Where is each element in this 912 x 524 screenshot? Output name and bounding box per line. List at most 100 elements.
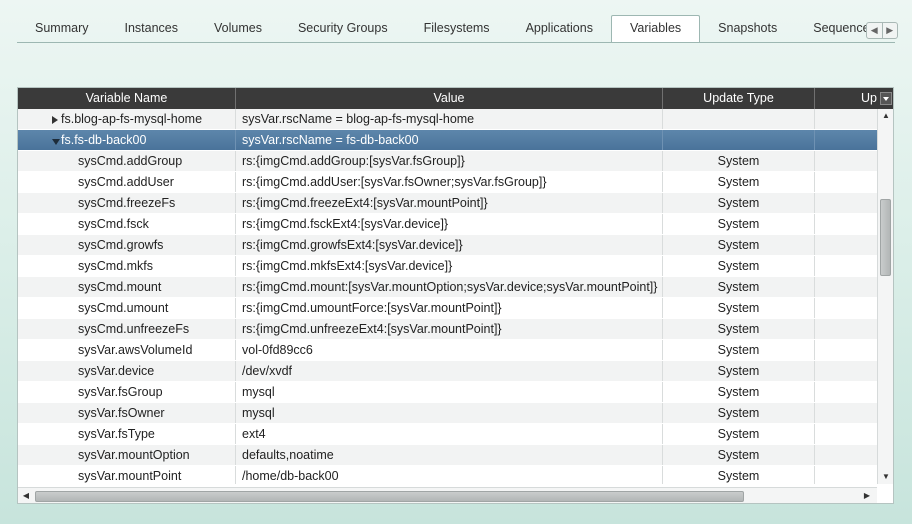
up-cell xyxy=(815,193,877,213)
table-row[interactable]: sysVar.fsType ext4 System xyxy=(18,424,877,445)
tab-security-groups[interactable]: Security Groups xyxy=(280,16,406,41)
table-row[interactable]: sysCmd.mkfs rs:{imgCmd.mkfsExt4:[sysVar.d… xyxy=(18,256,877,277)
variable-name-cell: sysCmd.addUser xyxy=(18,172,236,192)
value-cell: rs:{imgCmd.mkfsExt4:[sysVar.device]} xyxy=(236,256,663,276)
group-up-cell xyxy=(815,109,877,129)
vertical-scroll-thumb[interactable] xyxy=(880,199,891,276)
grid-header: Variable Name Value Update Type Up xyxy=(18,88,893,109)
up-cell xyxy=(815,235,877,255)
collapse-arrow-icon[interactable] xyxy=(52,139,60,145)
update-type-cell: System xyxy=(663,277,815,297)
table-row[interactable]: sysCmd.addGroup rs:{imgCmd.addGroup:[sysV… xyxy=(18,151,877,172)
variable-name-cell: sysVar.mountPoint xyxy=(18,466,236,484)
value-cell: rs:{imgCmd.umountForce:[sysVar.mountPoin… xyxy=(236,298,663,318)
table-row[interactable]: sysCmd.growfs rs:{imgCmd.growfsExt4:[sysV… xyxy=(18,235,877,256)
update-type-cell: System xyxy=(663,298,815,318)
tab-snapshots[interactable]: Snapshots xyxy=(700,16,795,41)
column-header-update-type[interactable]: Update Type xyxy=(663,88,815,109)
update-type-cell: System xyxy=(663,340,815,360)
up-cell xyxy=(815,151,877,171)
variable-name-cell: sysCmd.growfs xyxy=(18,235,236,255)
table-row[interactable]: sysCmd.unfreezeFs rs:{imgCmd.unfreezeExt4… xyxy=(18,319,877,340)
table-row[interactable]: sysCmd.fsck rs:{imgCmd.fsckExt4:[sysVar.d… xyxy=(18,214,877,235)
group-up-cell xyxy=(815,130,877,150)
update-type-cell: System xyxy=(663,445,815,465)
variable-name-cell: sysCmd.freezeFs xyxy=(18,193,236,213)
variable-name-cell: sysVar.fsOwner xyxy=(18,403,236,423)
horizontal-scrollbar[interactable]: ◀ ▶ xyxy=(18,487,877,503)
update-type-cell: System xyxy=(663,403,815,423)
variable-name-cell: sysVar.mountOption xyxy=(18,445,236,465)
up-cell xyxy=(815,172,877,192)
table-row[interactable]: sysCmd.addUser rs:{imgCmd.addUser:[sysVar… xyxy=(18,172,877,193)
value-cell: rs:{imgCmd.growfsExt4:[sysVar.device]} xyxy=(236,235,663,255)
variable-name-cell: sysVar.fsType xyxy=(18,424,236,444)
column-header-up-label: Up xyxy=(861,91,877,105)
expand-arrow-icon[interactable] xyxy=(52,116,58,124)
variable-name-cell: sysCmd.mount xyxy=(18,277,236,297)
horizontal-scroll-thumb[interactable] xyxy=(35,491,744,502)
update-type-cell: System xyxy=(663,319,815,339)
variables-grid: Variable Name Value Update Type Up fs.bl… xyxy=(17,87,894,504)
value-cell: defaults,noatime xyxy=(236,445,663,465)
grid-body: fs.blog-ap-fs-mysql-home sysVar.rscName … xyxy=(18,109,877,484)
value-cell: rs:{imgCmd.unfreezeExt4:[sysVar.mountPoi… xyxy=(236,319,663,339)
variable-name-cell: sysVar.fsGroup xyxy=(18,382,236,402)
column-header-up[interactable]: Up xyxy=(815,88,893,109)
table-row[interactable]: sysVar.fsGroup mysql System xyxy=(18,382,877,403)
up-cell xyxy=(815,466,877,484)
tab-summary[interactable]: Summary xyxy=(17,16,106,41)
tab-scroll-left-icon[interactable]: ◀ xyxy=(867,23,882,38)
scroll-right-icon[interactable]: ▶ xyxy=(861,490,873,502)
table-row[interactable]: sysCmd.freezeFs rs:{imgCmd.freezeExt4:[sy… xyxy=(18,193,877,214)
up-cell xyxy=(815,382,877,402)
table-row[interactable]: sysVar.awsVolumeId vol-0fd89cc6 System xyxy=(18,340,877,361)
variable-name-cell: sysCmd.umount xyxy=(18,298,236,318)
tab-volumes[interactable]: Volumes xyxy=(196,16,280,41)
up-cell xyxy=(815,256,877,276)
value-cell: /dev/xvdf xyxy=(236,361,663,381)
column-header-variable-name[interactable]: Variable Name xyxy=(18,88,236,109)
table-row[interactable]: sysVar.mountOption defaults,noatime System xyxy=(18,445,877,466)
group-type-cell xyxy=(663,130,815,150)
group-name: fs.fs-db-back00 xyxy=(61,133,147,147)
group-row-selected[interactable]: fs.fs-db-back00 sysVar.rscName = fs-db-b… xyxy=(18,130,877,151)
group-value-cell: sysVar.rscName = blog-ap-fs-mysql-home xyxy=(236,109,663,129)
tab-filesystems[interactable]: Filesystems xyxy=(406,16,508,41)
scroll-left-icon[interactable]: ◀ xyxy=(20,490,32,502)
tab-applications[interactable]: Applications xyxy=(508,16,611,41)
value-cell: rs:{imgCmd.freezeExt4:[sysVar.mountPoint… xyxy=(236,193,663,213)
scroll-down-icon[interactable]: ▼ xyxy=(878,471,893,483)
table-row[interactable]: sysCmd.umount rs:{imgCmd.umountForce:[sys… xyxy=(18,298,877,319)
tab-variables[interactable]: Variables xyxy=(610,15,701,42)
value-cell: ext4 xyxy=(236,424,663,444)
update-type-cell: System xyxy=(663,466,815,484)
column-menu-icon[interactable] xyxy=(880,92,892,105)
table-row[interactable]: sysVar.fsOwner mysql System xyxy=(18,403,877,424)
update-type-cell: System xyxy=(663,424,815,444)
vertical-scrollbar[interactable]: ▲ ▼ xyxy=(877,109,893,484)
up-cell xyxy=(815,445,877,465)
value-cell: rs:{imgCmd.fsckExt4:[sysVar.device]} xyxy=(236,214,663,234)
column-header-value[interactable]: Value xyxy=(236,88,663,109)
variable-name-cell: sysCmd.addGroup xyxy=(18,151,236,171)
variable-name-cell: sysCmd.fsck xyxy=(18,214,236,234)
tab-divider xyxy=(17,42,895,43)
table-row[interactable]: sysVar.device/dev/xvdf System xyxy=(18,361,877,382)
up-cell xyxy=(815,361,877,381)
tab-instances[interactable]: Instances xyxy=(106,16,196,41)
group-name: fs.blog-ap-fs-mysql-home xyxy=(61,112,203,126)
tab-scroll-right-icon[interactable]: ▶ xyxy=(881,23,898,38)
update-type-cell: System xyxy=(663,235,815,255)
value-cell: mysql xyxy=(236,403,663,423)
tab-scroll-buttons: ◀ ▶ xyxy=(866,22,898,39)
table-row[interactable]: sysCmd.mount rs:{imgCmd.mount:[sysVar.mou… xyxy=(18,277,877,298)
group-type-cell xyxy=(663,109,815,129)
table-row[interactable]: sysVar.mountPoint/home/db-back00 System xyxy=(18,466,877,484)
scroll-up-icon[interactable]: ▲ xyxy=(878,110,893,122)
up-cell xyxy=(815,340,877,360)
group-row[interactable]: fs.blog-ap-fs-mysql-home sysVar.rscName … xyxy=(18,109,877,130)
tab-list: Summary Instances Volumes Security Group… xyxy=(17,15,888,42)
update-type-cell: System xyxy=(663,256,815,276)
update-type-cell: System xyxy=(663,172,815,192)
